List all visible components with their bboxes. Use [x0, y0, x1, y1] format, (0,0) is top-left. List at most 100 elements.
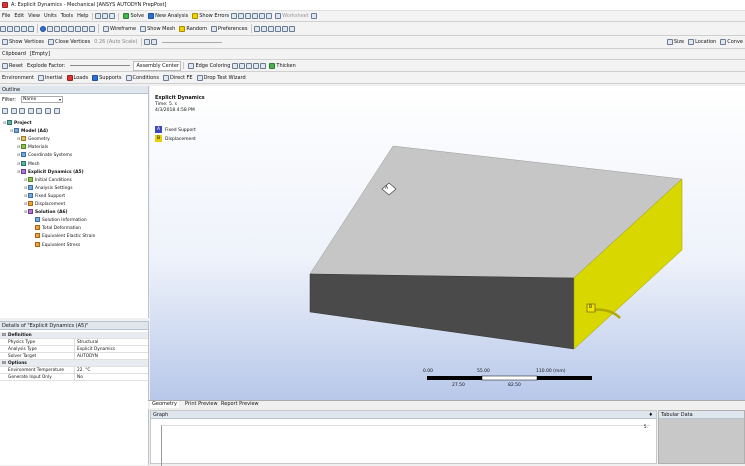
details-row[interactable]: Physics Type Structural [0, 339, 148, 346]
clipboard-value[interactable]: [Empty] [28, 49, 52, 59]
probe-icon[interactable] [231, 13, 238, 19]
edge-coloring-button[interactable]: Edge Coloring [186, 60, 232, 71]
filter-select[interactable]: Name ▾ [21, 96, 63, 103]
size-button[interactable]: Size [665, 36, 686, 48]
ruler-icon[interactable] [261, 25, 268, 32]
outline-tool-3-icon[interactable] [19, 108, 26, 114]
pin-icon[interactable]: ♦ [649, 412, 653, 418]
undo-icon[interactable] [95, 13, 102, 19]
rotate-icon[interactable] [0, 25, 6, 32]
menu-view[interactable]: View [26, 11, 42, 21]
select-face-icon[interactable] [40, 25, 46, 32]
tree-item-initial-conditions[interactable]: ⊟ Initial Conditions [24, 176, 72, 183]
view-iso-icon[interactable] [68, 25, 74, 32]
select-edge-icon[interactable] [47, 25, 53, 32]
tree-item-geometry[interactable]: ⊟ Geometry [17, 136, 50, 142]
details-section-definition[interactable]: ⊟ Definition [0, 332, 148, 339]
tree-item-equivalent-elastic-strain[interactable]: Equivalent Elastic Strain [31, 233, 95, 239]
edge-style-2-icon[interactable] [239, 62, 246, 69]
report-icon[interactable] [238, 13, 245, 19]
assembly-center-select[interactable]: Assembly Center [133, 60, 182, 71]
edge-style-4-icon[interactable] [253, 62, 260, 69]
zoom-icon[interactable] [14, 25, 20, 32]
zoom-fit-icon[interactable] [28, 25, 34, 32]
solve-button[interactable]: Solve [121, 11, 146, 21]
explode-slider[interactable] [70, 65, 131, 66]
view-front-icon[interactable] [75, 25, 81, 32]
view-top-icon[interactable] [89, 25, 95, 32]
select-vertex-icon[interactable] [54, 25, 60, 32]
supports-menu[interactable]: Supports [90, 72, 123, 83]
preferences-button[interactable]: Preferences [209, 22, 249, 35]
details-row[interactable]: Solver Target AUTODYN [0, 353, 148, 360]
image-icon[interactable] [259, 13, 266, 19]
details-section-options[interactable]: ⊟ Options [0, 360, 148, 367]
tree-item-total-deformation[interactable]: Total Deformation [31, 225, 81, 231]
collapse-section-icon[interactable]: ⊟ [2, 332, 6, 339]
view-back-icon[interactable] [82, 25, 88, 32]
tree-item-solution-a6[interactable]: ⊟ Solution (A6) [24, 209, 68, 215]
thicken-button[interactable]: Thicken [267, 60, 297, 71]
tree-item-explicit-dynamics-a5[interactable]: ⊟ Explicit Dynamics (A5) [17, 168, 84, 175]
chart-icon[interactable] [245, 13, 252, 19]
legend-icon[interactable] [268, 25, 275, 32]
details-row-value[interactable]: AUTODYN [77, 353, 98, 360]
direct-fe-menu[interactable]: Direct FE [161, 72, 195, 83]
menu-file[interactable]: File [0, 11, 12, 21]
tree-item-mesh[interactable]: ⊟ Mesh [17, 160, 40, 167]
collapse-all-icon[interactable] [10, 108, 17, 114]
tree-item-model-a4[interactable]: ⊟ Model (A4) [10, 128, 48, 134]
edge-style-3-icon[interactable] [246, 62, 253, 69]
menu-tools[interactable]: Tools [59, 11, 75, 21]
reset-button[interactable]: Reset [0, 60, 25, 71]
drop-test-wizard-button[interactable]: Drop Test Wizard [195, 72, 248, 83]
details-row-value[interactable]: 22. °C [77, 367, 90, 374]
tree-item-analysis-settings[interactable]: ⊟ Analysis Settings [24, 184, 73, 191]
select-mode-icon[interactable] [109, 13, 116, 19]
show-errors-button[interactable]: Show Errors [190, 11, 231, 21]
collapse-section-icon[interactable]: ⊟ [2, 360, 6, 367]
location-button[interactable]: Location [686, 36, 718, 48]
worksheet-button[interactable]: Worksheet [273, 11, 311, 21]
new-analysis-button[interactable]: New Analysis [146, 11, 190, 21]
details-row-value[interactable]: Structural [77, 339, 98, 346]
show-mesh-button[interactable]: Show Mesh [138, 22, 177, 35]
close-vertices-button[interactable]: Close Vertices [46, 36, 92, 48]
details-row[interactable]: Environment Temperature 22. °C [0, 367, 148, 374]
label-icon[interactable] [289, 25, 296, 32]
random-button[interactable]: Random [177, 22, 209, 35]
eye-icon[interactable] [282, 25, 289, 32]
tab-report-preview[interactable]: Report Preview [219, 401, 261, 408]
inertial-menu[interactable]: Inertial [36, 72, 65, 83]
graphics-viewport[interactable]: Explicit Dynamics Time: 5. s 4/3/2018 4:… [150, 86, 745, 400]
select-body-icon[interactable] [61, 25, 67, 32]
show-vertices-button[interactable]: Show Vertices [0, 36, 46, 48]
details-row-value[interactable]: Explicit Dynamics [77, 346, 115, 353]
details-row[interactable]: Generate Input Only No [0, 374, 148, 381]
tab-geometry[interactable]: Geometry [150, 401, 179, 408]
tree-item-solution-information[interactable]: Solution Information [31, 217, 87, 223]
help-icon[interactable] [310, 13, 317, 19]
tab-print-preview[interactable]: Print Preview [183, 401, 220, 408]
outline-tool-4-icon[interactable] [27, 108, 34, 114]
tree-item-coordinate-systems[interactable]: ⊟ Coordinate Systems [17, 152, 72, 158]
convert-button[interactable]: Conve [718, 36, 745, 48]
tree-item-materials[interactable]: ⊟ Materials [17, 144, 48, 150]
tree-item-project[interactable]: ⊟ Project [3, 120, 32, 126]
loads-menu[interactable]: Loads [65, 72, 91, 83]
comment-icon[interactable] [252, 13, 259, 19]
menu-units[interactable]: Units [42, 11, 59, 21]
details-row[interactable]: Analysis Type Explicit Dynamics [0, 346, 148, 353]
triad-icon[interactable] [275, 25, 282, 32]
menu-help[interactable]: Help [75, 11, 90, 21]
auto-scale-field[interactable]: 0.26 (Auto Scale) [92, 36, 139, 48]
expand-all-icon[interactable] [2, 108, 8, 114]
edge-style-5-icon[interactable] [260, 62, 267, 69]
conditions-menu[interactable]: Conditions [124, 72, 161, 83]
zoom-box-icon[interactable] [21, 25, 27, 32]
section-icon[interactable] [266, 13, 273, 19]
pan-icon[interactable] [7, 25, 13, 32]
annotation-icon[interactable] [254, 25, 261, 32]
tree-item-fixed-support[interactable]: ⊟ Fixed Support [24, 192, 65, 199]
edge-display-icon[interactable] [144, 39, 151, 45]
